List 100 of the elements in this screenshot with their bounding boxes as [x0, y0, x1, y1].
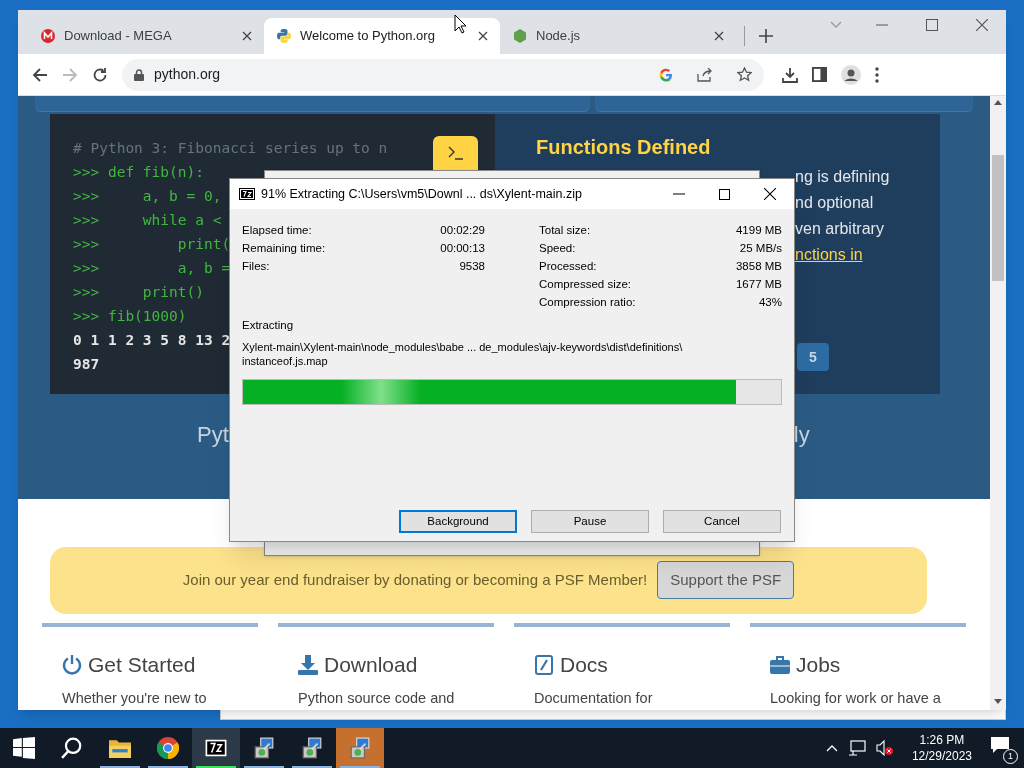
- banner-text: Join our year end fundraiser by donating or becoming a PSF Member!: [182, 570, 648, 590]
- archive-app-icon: [205, 737, 227, 759]
- field-value: 9538: [459, 259, 485, 274]
- window-title: 91% Extracting C:\Users\vm5\Downl ... ds\Xylent-main.zip: [261, 185, 583, 203]
- field-value: 43%: [758, 295, 782, 310]
- code-line: >>> print(: [73, 235, 231, 254]
- field-value: 00:00:13: [440, 241, 485, 256]
- code-line: 0 1 1 2 3 5 8 13 2: [73, 331, 231, 350]
- chrome-icon: [157, 737, 179, 759]
- feature-text: nd optional: [795, 193, 875, 213]
- feature-text: ven arbitrary: [795, 219, 885, 239]
- clock-date: 12/29/2023: [911, 748, 972, 764]
- download-icon[interactable]: [782, 66, 798, 83]
- reload-icon[interactable]: [92, 66, 108, 83]
- power-icon: [62, 654, 82, 675]
- field-label: Elapsed time:: [242, 223, 312, 238]
- scrollbar[interactable]: [990, 96, 1006, 710]
- installer-icon: [349, 737, 371, 759]
- back-arrow-icon[interactable]: [32, 66, 48, 83]
- speaker-muted-icon[interactable]: [875, 740, 894, 756]
- code-line: >>> fib(1000): [73, 307, 187, 326]
- clock[interactable]: 1:26 PM 12/29/2023: [911, 732, 972, 764]
- cursor-icon: [454, 14, 467, 34]
- menu-icon[interactable]: [875, 66, 879, 83]
- column-text: Documentation for: [534, 689, 654, 709]
- dialog-button[interactable]: Cancel: [663, 510, 781, 534]
- m-logo-icon: [40, 28, 56, 44]
- field-label: Remaining time:: [242, 241, 326, 256]
- briefcase-icon: [770, 654, 790, 675]
- close-icon[interactable]: [714, 31, 724, 41]
- share-icon[interactable]: [697, 67, 713, 82]
- column-heading: Download: [324, 651, 418, 678]
- column-heading: Get Started: [88, 651, 196, 678]
- download-icon: [298, 654, 318, 675]
- network-icon[interactable]: [847, 740, 866, 756]
- link[interactable]: nctions in: [795, 242, 890, 268]
- snake-logo-icon: [276, 28, 292, 44]
- clock-time: 1:26 PM: [919, 732, 965, 748]
- column-text: Looking for work or have a: [770, 689, 942, 709]
- code-line: >>> print(): [73, 283, 204, 302]
- folder-icon: [109, 737, 131, 759]
- message-icon: [990, 736, 1010, 754]
- close-icon[interactable]: [242, 31, 252, 41]
- installer-icon: [301, 737, 323, 759]
- maximize-icon[interactable]: [719, 188, 730, 200]
- field-label: Speed:: [539, 241, 576, 256]
- column-text: Python source code and: [298, 689, 456, 709]
- close-icon[interactable]: [478, 31, 488, 41]
- scroll-down-icon[interactable]: [994, 699, 1002, 704]
- tagline-text: Pyt: [197, 421, 229, 449]
- browser-tab[interactable]: Download - MEGA: [28, 18, 264, 54]
- close-icon[interactable]: [764, 188, 776, 200]
- search-icon: [61, 737, 83, 759]
- notification-count: 1: [1003, 749, 1018, 764]
- installer-icon: [253, 737, 275, 759]
- address-bar[interactable]: python.org: [122, 58, 764, 91]
- section-label: Extracting: [241, 318, 295, 333]
- field-label: Total size:: [539, 223, 591, 238]
- google-icon[interactable]: [659, 67, 673, 82]
- field-value: 3858 MB: [735, 259, 782, 274]
- hexagon-icon: [512, 28, 528, 44]
- windows-icon: [13, 737, 35, 759]
- dialog-button[interactable]: Pause: [531, 510, 649, 534]
- tagline-text: ly: [793, 421, 810, 449]
- code-line: # Python 3: Fibonacci series up to n: [73, 139, 388, 158]
- archive-app-icon: [239, 188, 255, 200]
- browser-tab[interactable]: Welcome to Python.org: [264, 18, 500, 54]
- scroll-up-icon[interactable]: [994, 100, 1002, 105]
- feature-text: ng is defining: [795, 167, 890, 187]
- support-button[interactable]: Support the PSF: [657, 561, 795, 600]
- scrollbar-thumb[interactable]: [992, 155, 1004, 281]
- code-line: >>> while a <: [73, 211, 222, 230]
- profile-icon[interactable]: [841, 64, 861, 85]
- field-value: 25 MB/s: [739, 241, 782, 256]
- taskbar-app[interactable]: [192, 728, 240, 768]
- code-line: >>> a, b = 0,: [73, 187, 222, 206]
- side-panel-icon[interactable]: [812, 67, 827, 82]
- browser-tab[interactable]: Node.js: [500, 18, 736, 54]
- launch-shell-button[interactable]: [433, 136, 478, 170]
- field-label: Compression ratio:: [539, 295, 636, 310]
- file-path: Xylent-main\Xylent-main\node_modules\babe ... de_modules\ajv-keywords\dist\definitions\ instanceof.js.map: [242, 340, 684, 369]
- dialog-button[interactable]: Background: [399, 510, 517, 534]
- terminal-prompt-icon: [447, 146, 464, 160]
- column-heading: Docs: [560, 651, 608, 678]
- column-text: Whether you're new to: [62, 689, 208, 709]
- field-label: Files:: [242, 259, 270, 274]
- page-button[interactable]: 5: [797, 343, 829, 371]
- field-label: Processed:: [539, 259, 597, 274]
- field-value: 00:02:29: [440, 223, 485, 238]
- document-icon: [534, 654, 554, 675]
- chevron-up-icon[interactable]: [825, 744, 838, 752]
- new-tab-icon[interactable]: [759, 29, 773, 43]
- lock-icon: [134, 68, 144, 81]
- column-heading: Jobs: [796, 651, 841, 678]
- code-line: >>> def fib(n):: [73, 163, 204, 182]
- field-label: Compressed size:: [539, 277, 632, 292]
- code-line: 987: [73, 355, 100, 374]
- feature-heading: Functions Defined: [536, 135, 711, 160]
- star-icon[interactable]: [737, 67, 752, 82]
- field-value: 4199 MB: [735, 223, 782, 238]
